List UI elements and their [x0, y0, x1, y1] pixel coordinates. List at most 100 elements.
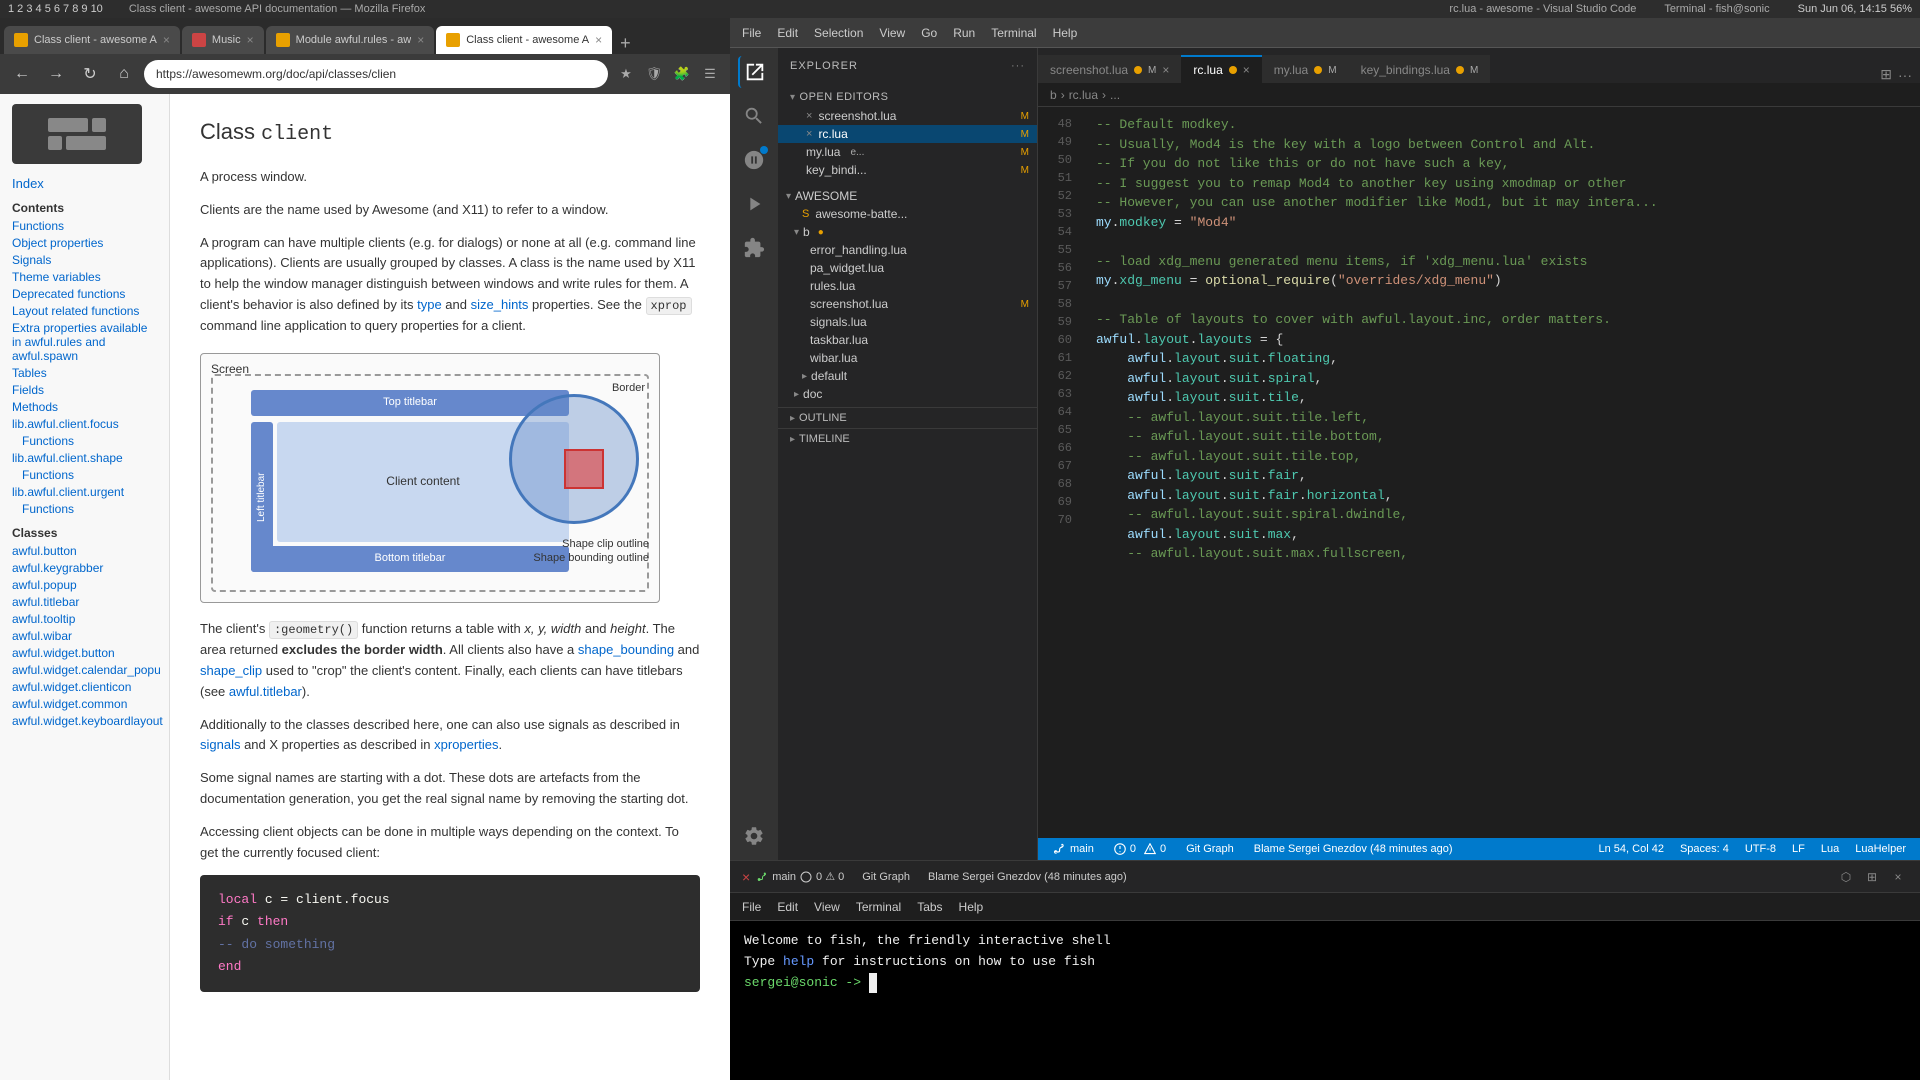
- browser-tab-3[interactable]: Module awful.rules - aw ×: [266, 26, 435, 54]
- reload-button[interactable]: ↻: [76, 60, 104, 88]
- url-bar[interactable]: [144, 60, 608, 88]
- timeline-header[interactable]: ▸ TIMELINE: [778, 428, 1037, 449]
- extension-icon[interactable]: 🧩: [670, 62, 694, 86]
- status-branch[interactable]: main: [1048, 842, 1098, 856]
- sidebar-class-keygrabber[interactable]: awful.keygrabber: [12, 561, 157, 575]
- explorer-icon[interactable]: [738, 56, 770, 88]
- sidebar-link-theme-vars[interactable]: Theme variables: [12, 270, 157, 284]
- terminal-menu-file[interactable]: File: [742, 900, 761, 914]
- sidebar-class-wibar[interactable]: awful.wibar: [12, 629, 157, 643]
- shape-bounding-link[interactable]: shape_bounding: [578, 642, 674, 657]
- pa-widget-file[interactable]: pa_widget.lua: [778, 259, 1037, 277]
- size-hints-link[interactable]: size_hints: [471, 297, 529, 312]
- sidebar-class-button[interactable]: awful.button: [12, 544, 157, 558]
- git-icon[interactable]: [738, 144, 770, 176]
- rules-file[interactable]: rules.lua: [778, 277, 1037, 295]
- sidebar-index-link[interactable]: Index: [12, 176, 157, 191]
- sidebar-link-functions[interactable]: Functions: [12, 219, 157, 233]
- tab-close-1[interactable]: ×: [163, 33, 170, 47]
- open-editors-header[interactable]: ▾ Open Editors: [778, 87, 1037, 107]
- tab-close-2[interactable]: ×: [247, 33, 254, 47]
- terminal-menu-terminal[interactable]: Terminal: [856, 900, 901, 914]
- vscode-tab-screenshot[interactable]: screenshot.lua M ×: [1038, 55, 1181, 83]
- menu-file[interactable]: File: [742, 26, 761, 40]
- sidebar-class-widget-button[interactable]: awful.widget.button: [12, 646, 157, 660]
- sidebar-link-urgent-functions[interactable]: Functions: [22, 502, 157, 516]
- terminal-menu-view[interactable]: View: [814, 900, 840, 914]
- xproperties-link[interactable]: xproperties: [434, 737, 498, 752]
- tab-close-4[interactable]: ×: [595, 33, 602, 47]
- back-button[interactable]: ←: [8, 60, 36, 88]
- terminal-close-icon[interactable]: ×: [742, 869, 750, 885]
- sidebar-class-widget-clienticon[interactable]: awful.widget.clienticon: [12, 680, 157, 694]
- terminal-menu-help[interactable]: Help: [959, 900, 984, 914]
- blame-terminal[interactable]: Blame Sergei Gnezdov (48 minutes ago): [924, 871, 1131, 883]
- outline-header[interactable]: ▸ OUTLINE: [778, 407, 1037, 428]
- sidebar-link-fields[interactable]: Fields: [12, 383, 157, 397]
- sidebar-class-widget-common[interactable]: awful.widget.common: [12, 697, 157, 711]
- sidebar-link-focus[interactable]: lib.awful.client.focus: [12, 417, 157, 431]
- menu-edit[interactable]: Edit: [777, 26, 798, 40]
- extensions-icon[interactable]: [738, 232, 770, 264]
- status-line-ending[interactable]: LF: [1788, 843, 1809, 855]
- new-tab-button[interactable]: +: [614, 33, 637, 54]
- terminal-menu-edit[interactable]: Edit: [777, 900, 798, 914]
- screenshot-close[interactable]: ×: [806, 110, 812, 122]
- terminal-close-panel-button[interactable]: ×: [1888, 867, 1908, 887]
- sidebar-link-object-props[interactable]: Object properties: [12, 236, 157, 250]
- menu-go[interactable]: Go: [921, 26, 937, 40]
- sidebar-link-signals[interactable]: Signals: [12, 253, 157, 267]
- wibar-file[interactable]: wibar.lua: [778, 349, 1037, 367]
- menu-help[interactable]: Help: [1053, 26, 1078, 40]
- more-button[interactable]: ···: [1898, 67, 1912, 83]
- browser-tab-4[interactable]: Class client - awesome A ×: [436, 26, 612, 54]
- screenshot2-file[interactable]: screenshot.lua M: [778, 295, 1037, 313]
- sidebar-class-tooltip[interactable]: awful.tooltip: [12, 612, 157, 626]
- sidebar-link-urgent[interactable]: lib.awful.client.urgent: [12, 485, 157, 499]
- sidebar-link-focus-functions[interactable]: Functions: [22, 434, 157, 448]
- sidebar-class-titlebar[interactable]: awful.titlebar: [12, 595, 157, 609]
- terminal-help-link[interactable]: help: [783, 954, 814, 969]
- terminal-maximize-button[interactable]: ⬡: [1836, 867, 1856, 887]
- bookmark-icon[interactable]: ★: [614, 62, 638, 86]
- terminal-split-button[interactable]: ⊞: [1862, 867, 1882, 887]
- status-encoding[interactable]: UTF-8: [1741, 843, 1780, 855]
- open-file-my[interactable]: my.lua e... M: [778, 143, 1037, 161]
- menu-run[interactable]: Run: [953, 26, 975, 40]
- taskbar-file[interactable]: taskbar.lua: [778, 331, 1037, 349]
- doc-folder[interactable]: ▸ doc: [778, 385, 1037, 403]
- rc-close[interactable]: ×: [806, 128, 812, 140]
- vscode-tab-keybindings[interactable]: key_bindings.lua M: [1349, 55, 1491, 83]
- sidebar-link-methods[interactable]: Methods: [12, 400, 157, 414]
- awesome-folder[interactable]: ▾ AWESOME: [778, 187, 1037, 205]
- sidebar-class-widget-keyboard[interactable]: awful.widget.keyboardlayout: [12, 714, 157, 728]
- sidebar-link-extra[interactable]: Extra properties available in awful.rule…: [12, 321, 157, 363]
- error-handling-file[interactable]: error_handling.lua: [778, 241, 1037, 259]
- menu-view[interactable]: View: [879, 26, 905, 40]
- menu-icon[interactable]: ☰: [698, 62, 722, 86]
- sidebar-link-tables[interactable]: Tables: [12, 366, 157, 380]
- search-icon[interactable]: [738, 100, 770, 132]
- sidebar-link-shape-functions[interactable]: Functions: [22, 468, 157, 482]
- browser-tab-1[interactable]: Class client - awesome A ×: [4, 26, 180, 54]
- browser-tab-2[interactable]: Music ×: [182, 26, 264, 54]
- sidebar-link-shape[interactable]: lib.awful.client.shape: [12, 451, 157, 465]
- tab-close-3[interactable]: ×: [417, 33, 424, 47]
- split-editor-button[interactable]: ⊞: [1880, 66, 1892, 83]
- sidebar-class-popup[interactable]: awful.popup: [12, 578, 157, 592]
- menu-terminal[interactable]: Terminal: [991, 26, 1036, 40]
- tab-rc-close[interactable]: ×: [1243, 63, 1250, 77]
- forward-button[interactable]: →: [42, 60, 70, 88]
- status-blame[interactable]: Blame Sergei Gnezdov (48 minutes ago): [1250, 843, 1457, 855]
- explorer-more-button[interactable]: ···: [1011, 60, 1025, 72]
- signals-link[interactable]: signals: [200, 737, 240, 752]
- status-errors[interactable]: 0 0: [1110, 843, 1170, 855]
- vscode-tab-rc[interactable]: rc.lua ×: [1181, 55, 1261, 83]
- awesome-batte-file[interactable]: S awesome-batte...: [778, 205, 1037, 223]
- sidebar-link-layout[interactable]: Layout related functions: [12, 304, 157, 318]
- settings-icon[interactable]: [738, 820, 770, 852]
- status-spaces[interactable]: Spaces: 4: [1676, 843, 1733, 855]
- awful-titlebar-link[interactable]: awful.titlebar: [229, 684, 302, 699]
- git-graph-terminal[interactable]: Git Graph: [858, 871, 914, 883]
- home-button[interactable]: ⌂: [110, 60, 138, 88]
